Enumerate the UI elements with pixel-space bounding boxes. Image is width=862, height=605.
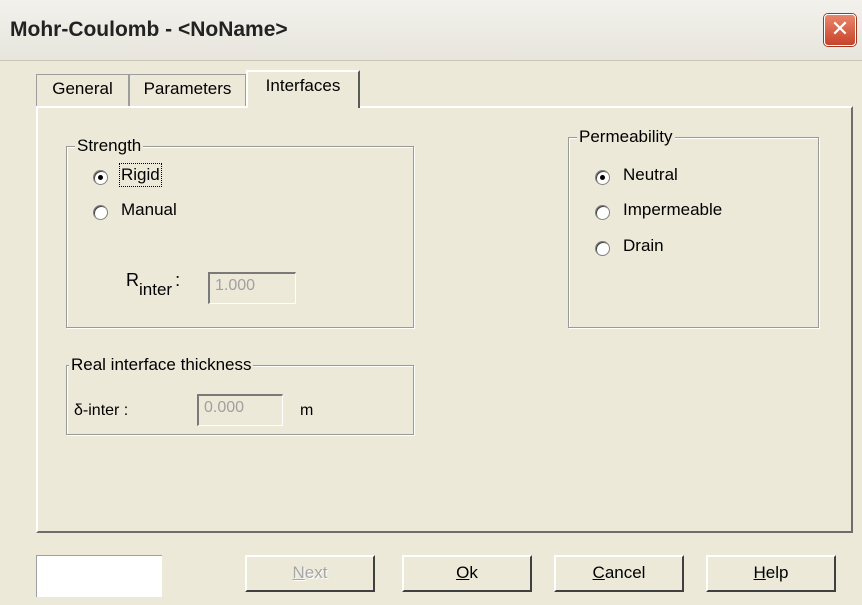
rinter-label-main: R <box>126 270 139 290</box>
strength-rigid-label[interactable]: Rigid <box>119 163 162 187</box>
permeability-drain-label[interactable]: Drain <box>623 236 664 256</box>
tab-parameters[interactable]: Parameters <box>129 74 246 106</box>
ok-button-mnemonic: O <box>456 563 470 582</box>
next-button-mnemonic: N <box>292 563 305 582</box>
permeability-impermeable-radio[interactable] <box>595 205 610 220</box>
cancel-button[interactable]: Cancel <box>554 555 684 592</box>
help-button-mnemonic: H <box>753 563 766 582</box>
close-icon: ✕ <box>830 17 850 42</box>
ok-button-label: k <box>469 563 478 582</box>
tab-general-label: General <box>52 79 113 98</box>
strength-manual-radio[interactable] <box>93 205 108 220</box>
permeability-neutral-label[interactable]: Neutral <box>623 165 678 185</box>
next-button[interactable]: Next <box>245 555 375 592</box>
permeability-impermeable-label[interactable]: Impermeable <box>623 200 722 220</box>
status-box <box>36 555 162 597</box>
rinter-label: Rinter: <box>126 270 181 299</box>
window-title: Mohr-Coulomb - <NoName> <box>10 18 288 41</box>
cancel-button-label: ancel <box>604 563 646 582</box>
help-button[interactable]: Help <box>706 555 836 592</box>
cancel-button-mnemonic: C <box>592 563 605 582</box>
rinter-label-sub: inter <box>139 280 173 299</box>
ok-button[interactable]: Ok <box>402 555 532 592</box>
strength-manual-label[interactable]: Manual <box>121 200 177 220</box>
tab-parameters-label: Parameters <box>143 79 232 98</box>
permeability-drain-radio[interactable] <box>595 241 610 256</box>
dialog-window: Mohr-Coulomb - <NoName> ✕ General Parame… <box>0 0 862 605</box>
next-button-label: ext <box>304 563 328 582</box>
thickness-legend: Real interface thickness <box>69 355 254 375</box>
help-button-label: elp <box>765 563 789 582</box>
thickness-label: δ-inter : <box>74 402 129 419</box>
rinter-colon: : <box>175 270 181 290</box>
permeability-legend: Permeability <box>577 127 675 147</box>
close-button[interactable]: ✕ <box>824 14 856 46</box>
thickness-unit: m <box>300 402 314 419</box>
permeability-neutral-radio[interactable] <box>595 170 610 185</box>
strength-legend: Strength <box>75 136 144 156</box>
tab-general[interactable]: General <box>36 74 129 106</box>
rinter-input[interactable]: 1.000 <box>208 272 296 304</box>
strength-rigid-radio[interactable] <box>93 170 108 185</box>
permeability-group: Permeability <box>568 127 819 328</box>
title-bar[interactable]: Mohr-Coulomb - <NoName> ✕ <box>0 0 862 61</box>
tab-interfaces[interactable]: Interfaces <box>246 70 360 108</box>
thickness-input[interactable]: 0.000 <box>197 394 283 426</box>
tab-interfaces-label: Interfaces <box>265 76 341 95</box>
